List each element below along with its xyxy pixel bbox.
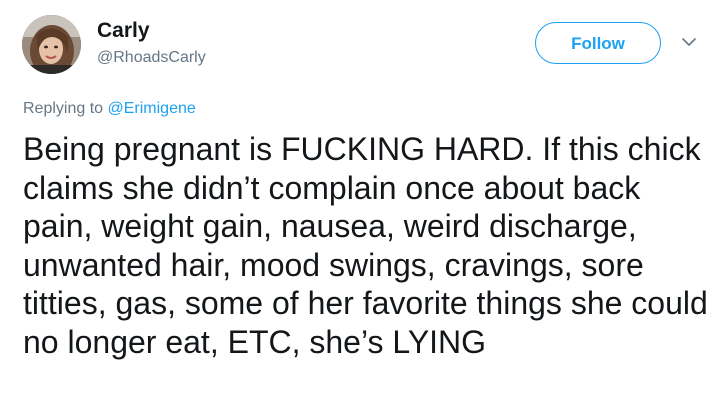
tweet: Carly @RhoadsCarly Follow Replying to @E… [0, 0, 728, 415]
reply-user-link[interactable]: @Erimigene [108, 100, 196, 117]
follow-button[interactable]: Follow [535, 22, 661, 64]
avatar-image [22, 15, 81, 74]
avatar[interactable] [22, 15, 81, 74]
reply-prefix: Replying to [23, 100, 108, 117]
tweet-text: Being pregnant is FUCKING HARD. If this … [23, 131, 708, 360]
author-handle[interactable]: @RhoadsCarly [97, 48, 206, 68]
reply-context: Replying to @Erimigene [23, 99, 196, 119]
chevron-down-icon[interactable] [680, 35, 698, 49]
author-name[interactable]: Carly [97, 19, 150, 43]
